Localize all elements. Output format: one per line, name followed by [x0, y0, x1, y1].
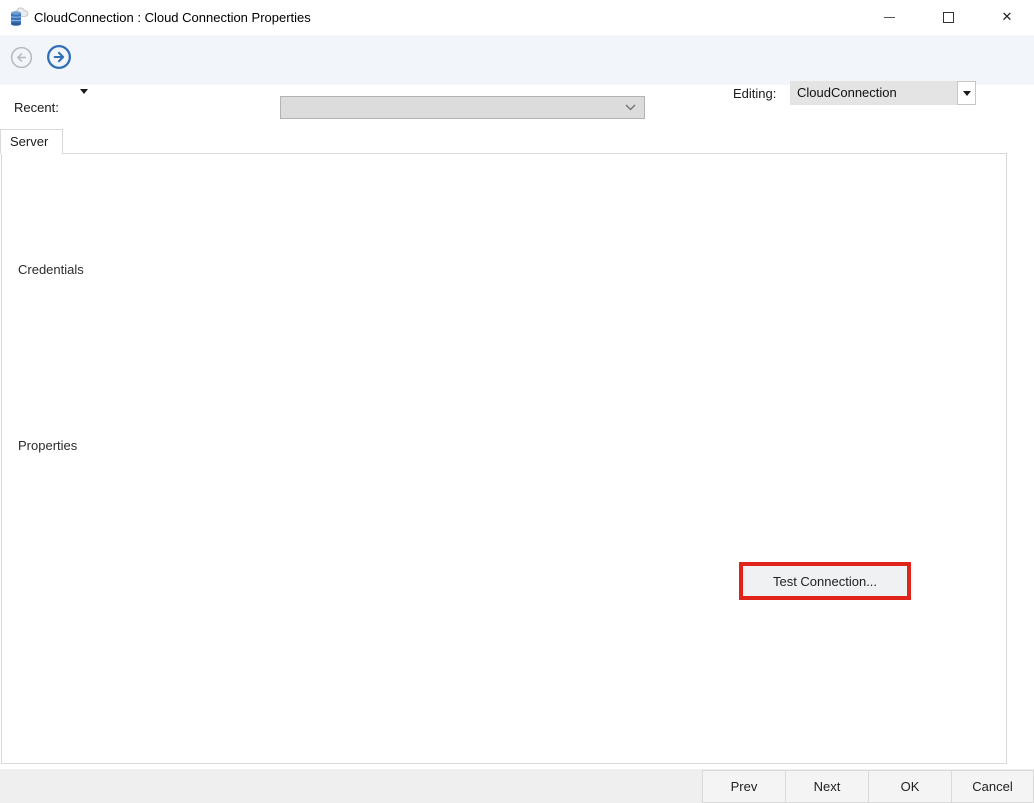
cloud-database-app-icon — [8, 6, 30, 28]
maximize-icon — [943, 12, 954, 23]
next-button[interactable]: Next — [785, 770, 869, 803]
editing-label: Editing: — [733, 86, 776, 101]
cloud-connection-properties-window: CloudConnection : Cloud Connection Prope… — [0, 0, 1034, 803]
maximize-button[interactable] — [925, 2, 971, 32]
test-connection-button[interactable]: Test Connection... — [743, 566, 907, 596]
close-button[interactable]: ✕ — [984, 2, 1030, 32]
ok-button[interactable]: OK — [868, 770, 952, 803]
cancel-button[interactable]: Cancel — [951, 770, 1034, 803]
forward-button[interactable] — [46, 44, 72, 70]
recent-combobox[interactable] — [280, 96, 645, 119]
tab-server[interactable]: Server — [0, 129, 63, 154]
editing-combobox[interactable]: CloudConnection — [790, 81, 957, 105]
forward-dropdown-caret-icon[interactable] — [80, 89, 88, 94]
chevron-down-icon — [625, 104, 636, 111]
navigation-toolbar: Editing: CloudConnection — [0, 35, 1034, 85]
prev-button[interactable]: Prev — [702, 770, 786, 803]
close-icon: ✕ — [1002, 9, 1013, 25]
credentials-group-label: Credentials — [13, 262, 89, 277]
recent-label: Recent: — [14, 100, 59, 115]
editing-dropdown-button[interactable] — [957, 81, 976, 105]
server-tab-panel — [1, 153, 1007, 764]
back-arrow-icon — [10, 46, 33, 69]
back-button[interactable] — [10, 46, 33, 69]
minimize-icon — [884, 17, 895, 18]
caret-down-icon — [963, 91, 971, 96]
forward-arrow-icon — [46, 44, 72, 70]
title-bar: CloudConnection : Cloud Connection Prope… — [0, 0, 1034, 35]
minimize-button[interactable] — [866, 2, 912, 32]
red-highlight-annotation: Test Connection... — [739, 562, 911, 600]
window-title: CloudConnection : Cloud Connection Prope… — [34, 10, 311, 25]
properties-group-label: Properties — [13, 438, 82, 453]
